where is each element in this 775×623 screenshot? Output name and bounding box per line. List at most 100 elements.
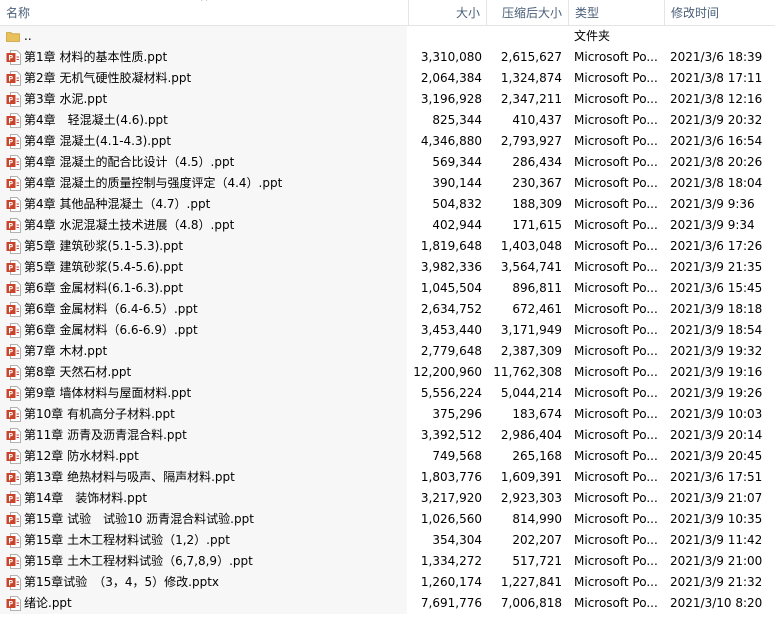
column-header-type[interactable]: 类型	[568, 0, 664, 25]
file-modified: 2021/3/9 11:42	[670, 533, 763, 547]
ppt-icon	[6, 491, 21, 506]
file-compressed-size: 5,044,214	[500, 386, 562, 400]
file-row[interactable]: 第14章 装饰材料.ppt 3,217,920 2,923,303 Microsoft…	[0, 488, 775, 509]
column-header-compressed-size[interactable]: 压缩后大小	[486, 0, 568, 25]
file-row[interactable]: 第3章 水泥.ppt 3,196,928 2,347,211 Microsoft Po…	[0, 89, 775, 110]
file-modified: 2021/3/9 18:18	[670, 302, 763, 316]
file-modified: 2021/3/6 18:39	[670, 50, 763, 64]
file-type: Microsoft Po...	[574, 197, 658, 211]
file-compressed-size: 171,615	[512, 218, 562, 232]
file-type: Microsoft Po...	[574, 50, 658, 64]
file-compressed-size: 3,564,741	[500, 260, 562, 274]
file-compressed-size: 2,615,627	[500, 50, 562, 64]
file-size: 4,346,880	[420, 134, 482, 148]
ppt-icon	[6, 260, 21, 275]
file-type: Microsoft Po...	[574, 134, 658, 148]
file-row[interactable]: 第15章 土木工程材料试验（6,7,8,9）.ppt 1,334,272 517,7…	[0, 551, 775, 572]
file-row[interactable]: 第15章 土木工程材料试验（1,2）.ppt 354,304 202,207 Micr…	[0, 530, 775, 551]
file-type: Microsoft Po...	[574, 407, 658, 421]
file-modified: 2021/3/9 18:54	[670, 323, 763, 337]
file-type: Microsoft Po...	[574, 575, 658, 589]
ppt-icon	[6, 239, 21, 254]
file-name: 第15章试验 （3，4，5）修改.pptx	[24, 575, 220, 589]
column-header-type-label: 类型	[575, 6, 600, 20]
file-row[interactable]: 第6章 金属材料（6.6-6.9）.ppt 3,453,440 3,171,949 M…	[0, 320, 775, 341]
file-row[interactable]: 第5章 建筑砂浆(5.1-5.3).ppt 1,819,648 1,403,048 M…	[0, 236, 775, 257]
ppt-icon	[6, 218, 21, 233]
file-type: Microsoft Po...	[574, 512, 658, 526]
file-size: 569,344	[432, 155, 482, 169]
ppt-icon	[6, 470, 21, 485]
file-size: 3,217,920	[420, 491, 482, 505]
file-row[interactable]: 第4章 水泥混凝土技术进展（4.8）.ppt 402,944 171,615 Micr…	[0, 215, 775, 236]
file-size: 1,803,776	[420, 470, 482, 484]
file-modified: 2021/3/10 8:20	[670, 596, 763, 610]
ppt-icon	[6, 71, 21, 86]
file-row[interactable]: 第2章 无机气硬性胶凝材料.ppt 2,064,384 1,324,874 Micro…	[0, 68, 775, 89]
pptx-icon	[6, 575, 21, 590]
file-compressed-size: 202,207	[512, 533, 562, 547]
file-modified: 2021/3/9 20:45	[670, 449, 763, 463]
file-compressed-size: 183,674	[512, 407, 562, 421]
file-row[interactable]: 第4章 轻混凝土(4.6).ppt 825,344 410,437 Microsoft…	[0, 110, 775, 131]
ppt-icon	[6, 596, 21, 611]
file-size: 1,026,560	[420, 512, 482, 526]
file-size: 2,064,384	[420, 71, 482, 85]
file-modified: 2021/3/9 21:32	[670, 575, 763, 589]
file-compressed-size: 1,403,048	[500, 239, 562, 253]
file-name: 第6章 金属材料（6.4-6.5）.ppt	[24, 302, 198, 316]
file-row[interactable]: 第6章 金属材料（6.4-6.5）.ppt 2,634,752 672,461 Mic…	[0, 299, 775, 320]
file-compressed-size: 7,006,818	[500, 596, 562, 610]
file-row[interactable]: 第15章 试验 试验10 沥青混合料试验.ppt 1,026,560 814,990…	[0, 509, 775, 530]
column-header-modified[interactable]: 修改时间	[664, 0, 775, 25]
file-size: 3,982,336	[420, 260, 482, 274]
file-name: 第15章 土木工程材料试验（6,7,8,9）.ppt	[24, 554, 253, 568]
file-row[interactable]: 第4章 混凝土的配合比设计（4.5）.ppt 569,344 286,434 Micr…	[0, 152, 775, 173]
file-name: 第10章 有机高分子材料.ppt	[24, 407, 175, 421]
file-name: 第15章 试验 试验10 沥青混合料试验.ppt	[24, 512, 254, 526]
file-modified: 2021/3/9 19:16	[670, 365, 763, 379]
column-header-size[interactable]: 大小	[408, 0, 486, 25]
file-modified: 2021/3/9 10:03	[670, 407, 763, 421]
file-row[interactable]: 第13章 绝热材料与吸声、隔声材料.ppt 1,803,776 1,609,391 M…	[0, 467, 775, 488]
file-row[interactable]: 第15章试验 （3，4，5）修改.pptx 1,260,174 1,227,841 M…	[0, 572, 775, 593]
ppt-icon	[6, 176, 21, 191]
file-size: 12,200,960	[413, 365, 482, 379]
file-row[interactable]: 第10章 有机高分子材料.ppt 375,296 183,674 Microsoft …	[0, 404, 775, 425]
parent-folder-name: ..	[24, 29, 32, 43]
file-compressed-size: 896,811	[512, 281, 562, 295]
file-row[interactable]: 第4章 混凝土(4.1-4.3).ppt 4,346,880 2,793,927 Mi…	[0, 131, 775, 152]
file-row[interactable]: 绪论.ppt 7,691,776 7,006,818 Microsoft Po... 2…	[0, 593, 775, 614]
file-size: 1,334,272	[420, 554, 482, 568]
file-row[interactable]: 第7章 木材.ppt 2,779,648 2,387,309 Microsoft Po…	[0, 341, 775, 362]
file-compressed-size: 2,923,303	[500, 491, 562, 505]
file-modified: 2021/3/9 9:34	[670, 218, 755, 232]
file-compressed-size: 2,347,211	[500, 92, 562, 106]
file-modified: 2021/3/8 12:16	[670, 92, 763, 106]
file-row[interactable]: 第11章 沥青及沥青混合料.ppt 3,392,512 2,986,404 Micro…	[0, 425, 775, 446]
file-modified: 2021/3/9 19:26	[670, 386, 763, 400]
file-name: 第2章 无机气硬性胶凝材料.ppt	[24, 71, 192, 85]
column-header-size-label: 大小	[455, 6, 480, 20]
column-header-name[interactable]: 名称 ^	[0, 0, 407, 25]
parent-folder-row[interactable]: .. 文件夹	[0, 26, 775, 47]
file-modified: 2021/3/9 20:32	[670, 113, 763, 127]
file-size: 2,634,752	[420, 302, 482, 316]
file-name: 第11章 沥青及沥青混合料.ppt	[24, 428, 187, 442]
file-row[interactable]: 第9章 墙体材料与屋面材料.ppt 5,556,224 5,044,214 Micro…	[0, 383, 775, 404]
file-row[interactable]: 第1章 材料的基本性质.ppt 3,310,080 2,615,627 Microso…	[0, 47, 775, 68]
file-row[interactable]: 第6章 金属材料(6.1-6.3).ppt 1,045,504 896,811 Mic…	[0, 278, 775, 299]
file-name: 第4章 混凝土(4.1-4.3).ppt	[24, 134, 172, 148]
file-row[interactable]: 第5章 建筑砂浆(5.4-5.6).ppt 3,982,336 3,564,741 M…	[0, 257, 775, 278]
folder-icon	[6, 32, 20, 42]
file-row[interactable]: 第12章 防水材料.ppt 749,568 265,168 Microsoft Po.…	[0, 446, 775, 467]
file-row[interactable]: 第8章 天然石材.ppt 12,200,960 11,762,308 Microsof…	[0, 362, 775, 383]
file-type: Microsoft Po...	[574, 281, 658, 295]
file-compressed-size: 286,434	[512, 155, 562, 169]
file-type: Microsoft Po...	[574, 554, 658, 568]
file-type: Microsoft Po...	[574, 491, 658, 505]
file-name: 第1章 材料的基本性质.ppt	[24, 50, 168, 64]
file-row[interactable]: 第4章 其他品种混凝土（4.7）.ppt 504,832 188,309 Micros…	[0, 194, 775, 215]
file-row[interactable]: 第4章 混凝土的质量控制与强度评定（4.4）.ppt 390,144 230,367…	[0, 173, 775, 194]
ppt-icon	[6, 512, 21, 527]
